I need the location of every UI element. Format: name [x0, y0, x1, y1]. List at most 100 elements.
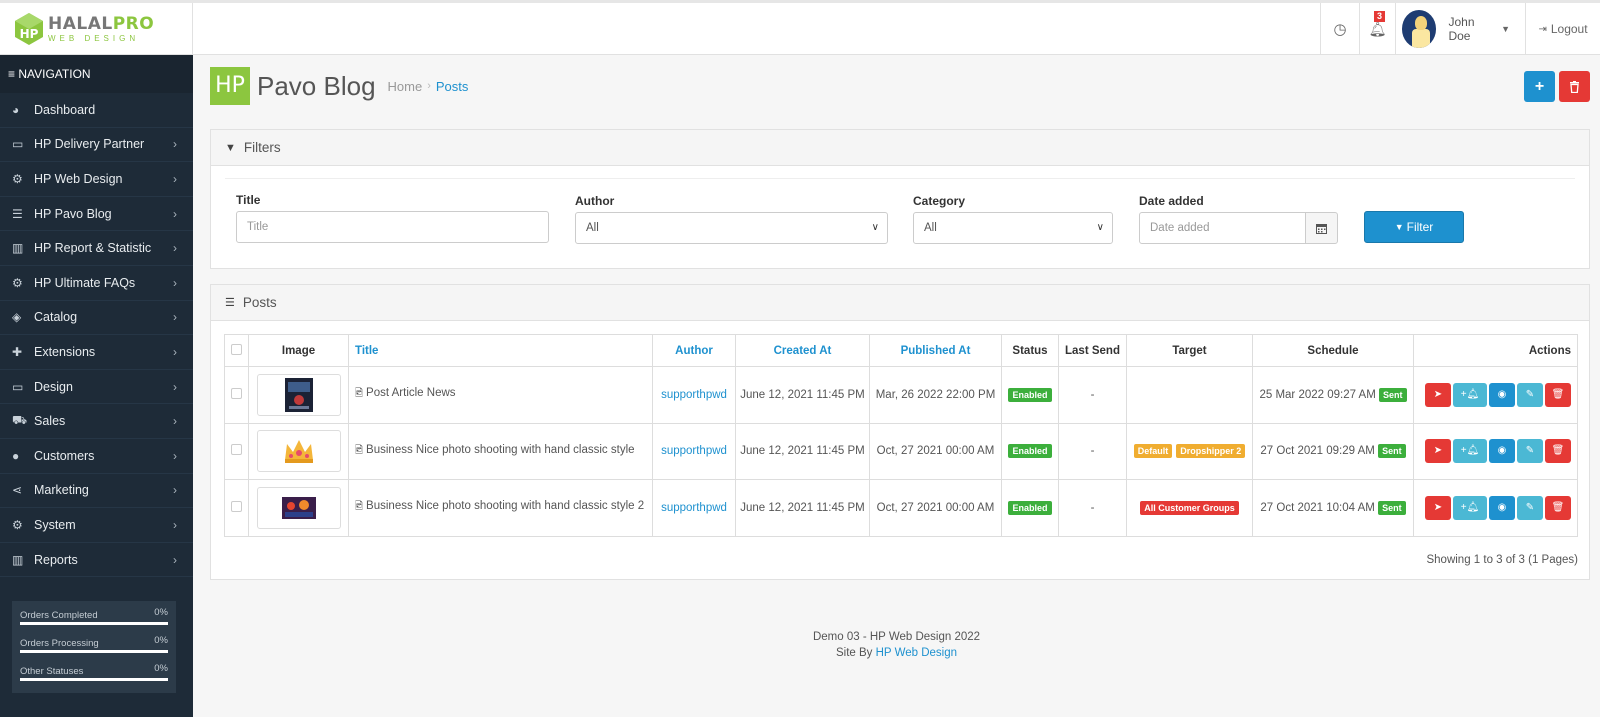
post-created-at: June 12, 2021 11:45 PM: [735, 366, 870, 424]
cogs-icon: ⚙: [12, 275, 23, 290]
send-button[interactable]: ➤: [1425, 382, 1451, 407]
user-icon: ●: [12, 448, 20, 463]
post-published-at: Mar, 26 2022 22:00 PM: [869, 366, 1002, 424]
sidebar-item-customers[interactable]: ● Customers ›: [0, 439, 193, 474]
history-button[interactable]: ◷: [1320, 3, 1359, 55]
trash-icon: [1570, 80, 1579, 93]
col-actions: Actions: [1413, 334, 1578, 367]
view-button[interactable]: ◉: [1489, 439, 1515, 464]
sent-badge: Sent: [1379, 387, 1407, 402]
notifications-button[interactable]: 🔔︎ 3: [1359, 3, 1395, 55]
post-targets: [1126, 366, 1253, 424]
post-created-at: June 12, 2021 11:45 PM: [735, 479, 870, 537]
row-checkbox[interactable]: [231, 444, 242, 456]
col-title[interactable]: Title: [348, 334, 653, 367]
col-created-at[interactable]: Created At: [735, 334, 870, 367]
post-schedule: 27 Oct 2021 09:29 AM: [1260, 445, 1375, 458]
notify-button[interactable]: +🔔︎: [1453, 495, 1487, 520]
share-icon: ⋖: [12, 483, 23, 498]
logout-label: Logout: [1550, 22, 1588, 36]
bell-plus-icon: +🔔︎: [1460, 445, 1480, 457]
sidebar-item-dashboard[interactable]: ◕ Dashboard: [0, 93, 193, 128]
logo-brand-a: HALAL: [48, 13, 113, 34]
pencil-icon: ✎: [1525, 501, 1535, 513]
post-schedule: 27 Oct 2021 10:04 AM: [1260, 501, 1375, 514]
edit-button[interactable]: ✎: [1517, 439, 1543, 464]
post-thumbnail: [256, 486, 341, 529]
notify-button[interactable]: +🔔︎: [1453, 382, 1487, 407]
sidebar-item-design[interactable]: ▭ Design ›: [0, 370, 193, 405]
send-button[interactable]: ➤: [1425, 495, 1451, 520]
sidebar-item-hp-web-design[interactable]: ⚙ HP Web Design ›: [0, 162, 193, 197]
send-button[interactable]: ➤: [1425, 439, 1451, 464]
sidebar-item-sales[interactable]: ⛟ Sales ›: [0, 404, 193, 439]
plus-icon: +: [1534, 77, 1545, 95]
post-author-link[interactable]: supporthpwd: [661, 445, 727, 457]
row-checkbox[interactable]: [231, 500, 242, 512]
delete-button[interactable]: 🗑︎: [1545, 495, 1571, 520]
edit-button[interactable]: ✎: [1517, 382, 1543, 407]
chevron-down-icon: ∨: [1096, 222, 1104, 233]
post-targets: All Customer Groups: [1126, 479, 1253, 537]
logout-link[interactable]: ⇥ Logout: [1525, 3, 1600, 55]
title-filter-input[interactable]: Title: [236, 211, 549, 243]
view-button[interactable]: ◉: [1489, 382, 1515, 407]
category-filter-label: Category: [913, 194, 966, 208]
edit-button[interactable]: ✎: [1517, 495, 1543, 520]
view-button[interactable]: ◉: [1489, 495, 1515, 520]
pencil-icon: ✎: [1525, 445, 1535, 457]
shopping-cart-icon: ⛟: [12, 413, 28, 428]
post-schedule: 25 Mar 2022 09:27 AM: [1259, 388, 1376, 401]
desktop-icon: ▭: [12, 379, 24, 394]
chevron-right-icon: ›: [173, 275, 177, 290]
chevron-right-icon: ›: [173, 517, 177, 532]
post-author-link[interactable]: supporthpwd: [661, 389, 727, 401]
post-thumbnail: [256, 373, 341, 416]
add-post-button[interactable]: +: [1524, 71, 1555, 102]
delete-posts-button[interactable]: [1559, 71, 1590, 102]
notify-button[interactable]: +🔔︎: [1453, 439, 1487, 464]
chevron-right-icon: ›: [173, 483, 177, 498]
filter-icon: ▼: [1394, 222, 1404, 232]
image-file-icon: 🖻︎: [355, 501, 364, 513]
select-all-checkbox[interactable]: [231, 343, 242, 355]
breadcrumb-home[interactable]: Home: [388, 79, 423, 94]
status-badge: Enabled: [1008, 387, 1052, 402]
sidebar-item-reports[interactable]: ▥ Reports ›: [0, 543, 193, 578]
sidebar-item-marketing[interactable]: ⋖ Marketing ›: [0, 474, 193, 509]
sidebar-item-catalog[interactable]: ◈ Catalog ›: [0, 301, 193, 336]
post-author-link[interactable]: supporthpwd: [661, 502, 727, 514]
tags-icon: ◈: [12, 310, 22, 325]
sidebar-item-hp-report-statistic[interactable]: ▥ HP Report & Statistic ›: [0, 231, 193, 266]
sidebar-item-hp-pavo-blog[interactable]: ☰ HP Pavo Blog ›: [0, 197, 193, 232]
chevron-right-icon: ›: [173, 206, 177, 221]
logo[interactable]: HP HALALPRO WEB DESIGN: [0, 3, 193, 55]
filter-button[interactable]: ▼ Filter: [1364, 211, 1464, 243]
delete-button[interactable]: 🗑︎: [1545, 382, 1571, 407]
user-menu[interactable]: John Doe ▼: [1395, 3, 1510, 55]
credit-card-icon: ▭: [12, 137, 24, 152]
delete-button[interactable]: 🗑︎: [1545, 439, 1571, 464]
progress-bar: [20, 650, 168, 653]
select-all-checkbox-cell[interactable]: [224, 334, 249, 367]
breadcrumb-posts[interactable]: Posts: [436, 79, 469, 94]
footer-link[interactable]: HP Web Design: [876, 647, 957, 659]
logo-brand-b: PRO: [112, 13, 155, 34]
category-select[interactable]: All ∨: [913, 212, 1113, 244]
sidebar-item-hp-delivery-partner[interactable]: ▭ HP Delivery Partner ›: [0, 128, 193, 163]
author-select[interactable]: All ∨: [575, 212, 888, 244]
col-published-at[interactable]: Published At: [869, 334, 1002, 367]
sidebar-item-system[interactable]: ⚙ System ›: [0, 508, 193, 543]
page-title: Pavo Blog: [257, 70, 376, 101]
row-checkbox[interactable]: [231, 387, 242, 399]
post-last-send: -: [1058, 366, 1127, 424]
sidebar-item-extensions[interactable]: ✚ Extensions ›: [0, 335, 193, 370]
calendar-button[interactable]: [1305, 212, 1338, 244]
post-thumbnail: [256, 430, 341, 473]
col-author[interactable]: Author: [652, 334, 736, 367]
stat-other-statuses: Other Statuses 0%: [20, 663, 168, 691]
pencil-icon: ✎: [1525, 388, 1535, 400]
date-added-input[interactable]: Date added: [1139, 212, 1306, 244]
sidebar-item-hp-ultimate-faqs[interactable]: ⚙ HP Ultimate FAQs ›: [0, 266, 193, 301]
page-logo: HP: [210, 67, 250, 105]
